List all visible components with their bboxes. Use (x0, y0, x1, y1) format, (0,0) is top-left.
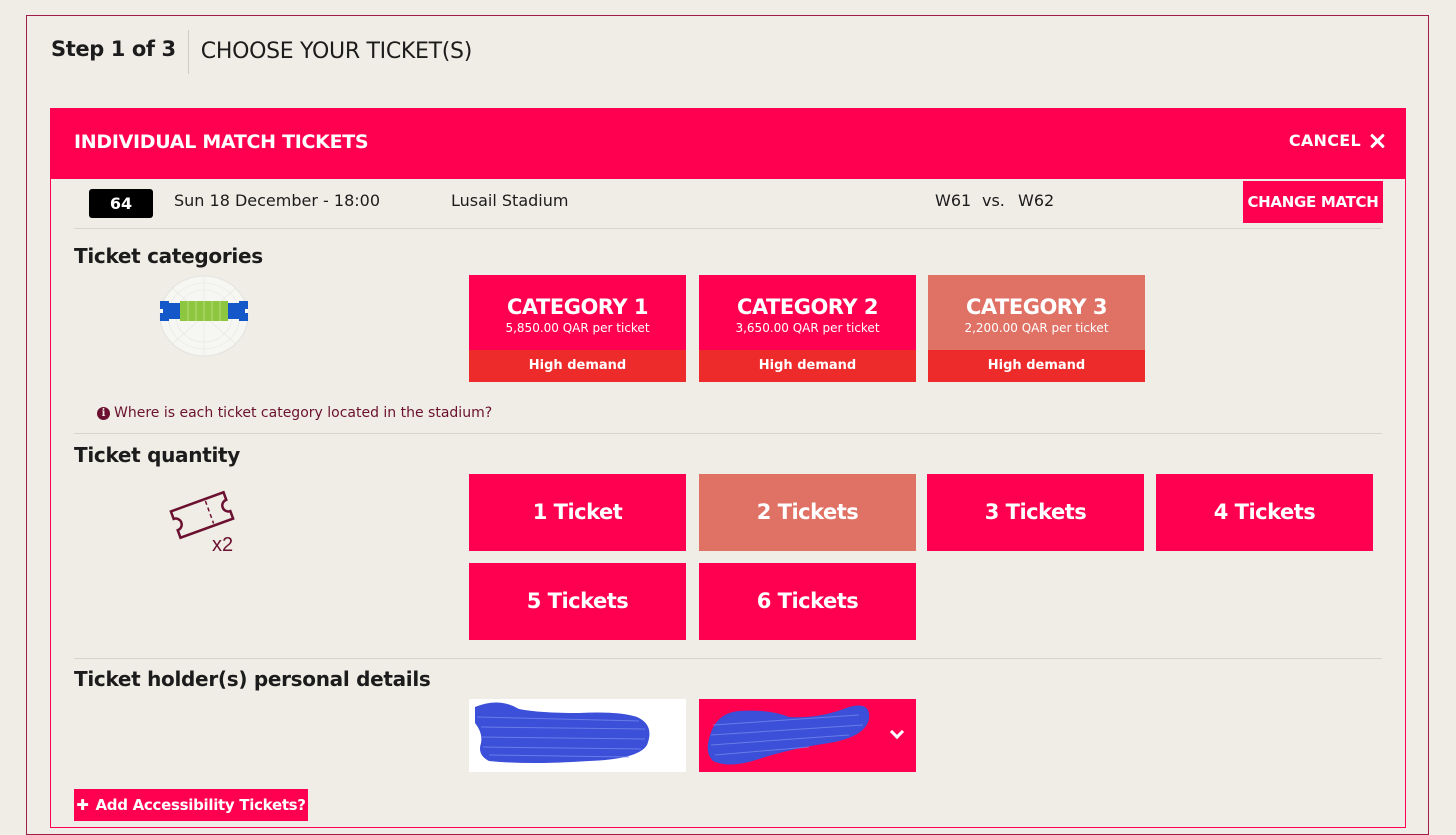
category-location-text: Where is each ticket category located in… (114, 405, 493, 421)
demand-badge: High demand (699, 350, 916, 382)
divider (74, 228, 1382, 229)
panel-title: INDIVIDUAL MATCH TICKETS (74, 131, 369, 153)
ticket-categories-heading: Ticket categories (74, 244, 263, 268)
ticket-quantity-heading: Ticket quantity (74, 443, 241, 467)
ticket-holders-heading: Ticket holder(s) personal details (74, 667, 431, 691)
stadium-map-icon (159, 275, 249, 357)
cancel-label: CANCEL (1288, 131, 1361, 150)
match-number-badge: 64 (89, 189, 153, 218)
match-date: Sun 18 December - 18:00 (174, 191, 380, 210)
add-accessibility-label: Add Accessibility Tickets? (95, 796, 307, 814)
category-name: CATEGORY 1 (507, 295, 648, 319)
ticket-icon: x2 (169, 490, 235, 556)
category-3-button[interactable]: CATEGORY 3 2,200.00 QAR per ticket High … (928, 275, 1145, 382)
redaction-scribble (707, 705, 870, 765)
quantity-3-button[interactable]: 3 Tickets (927, 474, 1144, 551)
quantity-1-button[interactable]: 1 Ticket (469, 474, 686, 551)
add-accessibility-tickets-button[interactable]: ✚ Add Accessibility Tickets? (74, 789, 308, 821)
category-price: 5,850.00 QAR per ticket (505, 321, 650, 335)
ticket-holder-name-field[interactable] (469, 699, 686, 772)
category-2-button[interactable]: CATEGORY 2 3,650.00 QAR per ticket High … (699, 275, 916, 382)
match-info-row: 64 Sun 18 December - 18:00 Lusail Stadiu… (51, 179, 1405, 225)
match-team-home: W61 (935, 191, 972, 210)
category-price: 2,200.00 QAR per ticket (964, 321, 1109, 335)
step-header: Step 1 of 3 CHOOSE YOUR TICKET(S) (51, 30, 472, 74)
quantity-5-button[interactable]: 5 Tickets (469, 563, 686, 640)
category-price: 3,650.00 QAR per ticket (735, 321, 880, 335)
category-name: CATEGORY 2 (737, 295, 878, 319)
divider (74, 658, 1382, 659)
info-icon: i (97, 406, 110, 420)
ticket-panel: INDIVIDUAL MATCH TICKETS CANCEL 64 Sun 1… (50, 108, 1406, 828)
quantity-2-button[interactable]: 2 Tickets (699, 474, 916, 551)
category-location-link[interactable]: i Where is each ticket category located … (97, 405, 492, 421)
quantity-6-button[interactable]: 6 Tickets (699, 563, 916, 640)
redaction-scribble (475, 702, 650, 763)
divider (74, 433, 1382, 434)
step-indicator: Step 1 of 3 (51, 30, 189, 74)
quantity-4-button[interactable]: 4 Tickets (1156, 474, 1373, 551)
match-venue: Lusail Stadium (451, 191, 569, 210)
change-match-button[interactable]: CHANGE MATCH (1243, 181, 1383, 223)
match-vs: vs. (982, 191, 1005, 210)
cancel-button[interactable]: CANCEL (1289, 131, 1385, 150)
demand-badge: High demand (469, 350, 686, 382)
category-name: CATEGORY 3 (966, 295, 1107, 319)
page-title: CHOOSE YOUR TICKET(S) (200, 39, 473, 64)
close-icon (1369, 133, 1385, 149)
demand-badge: High demand (928, 350, 1145, 382)
match-team-away: W62 (1018, 191, 1055, 210)
ticket-holder-select[interactable] (699, 699, 916, 772)
category-1-button[interactable]: CATEGORY 1 5,850.00 QAR per ticket High … (469, 275, 686, 382)
panel-header: INDIVIDUAL MATCH TICKETS CANCEL (51, 109, 1405, 179)
ticket-count-label: x2 (212, 534, 233, 556)
plus-icon: ✚ (76, 796, 89, 814)
